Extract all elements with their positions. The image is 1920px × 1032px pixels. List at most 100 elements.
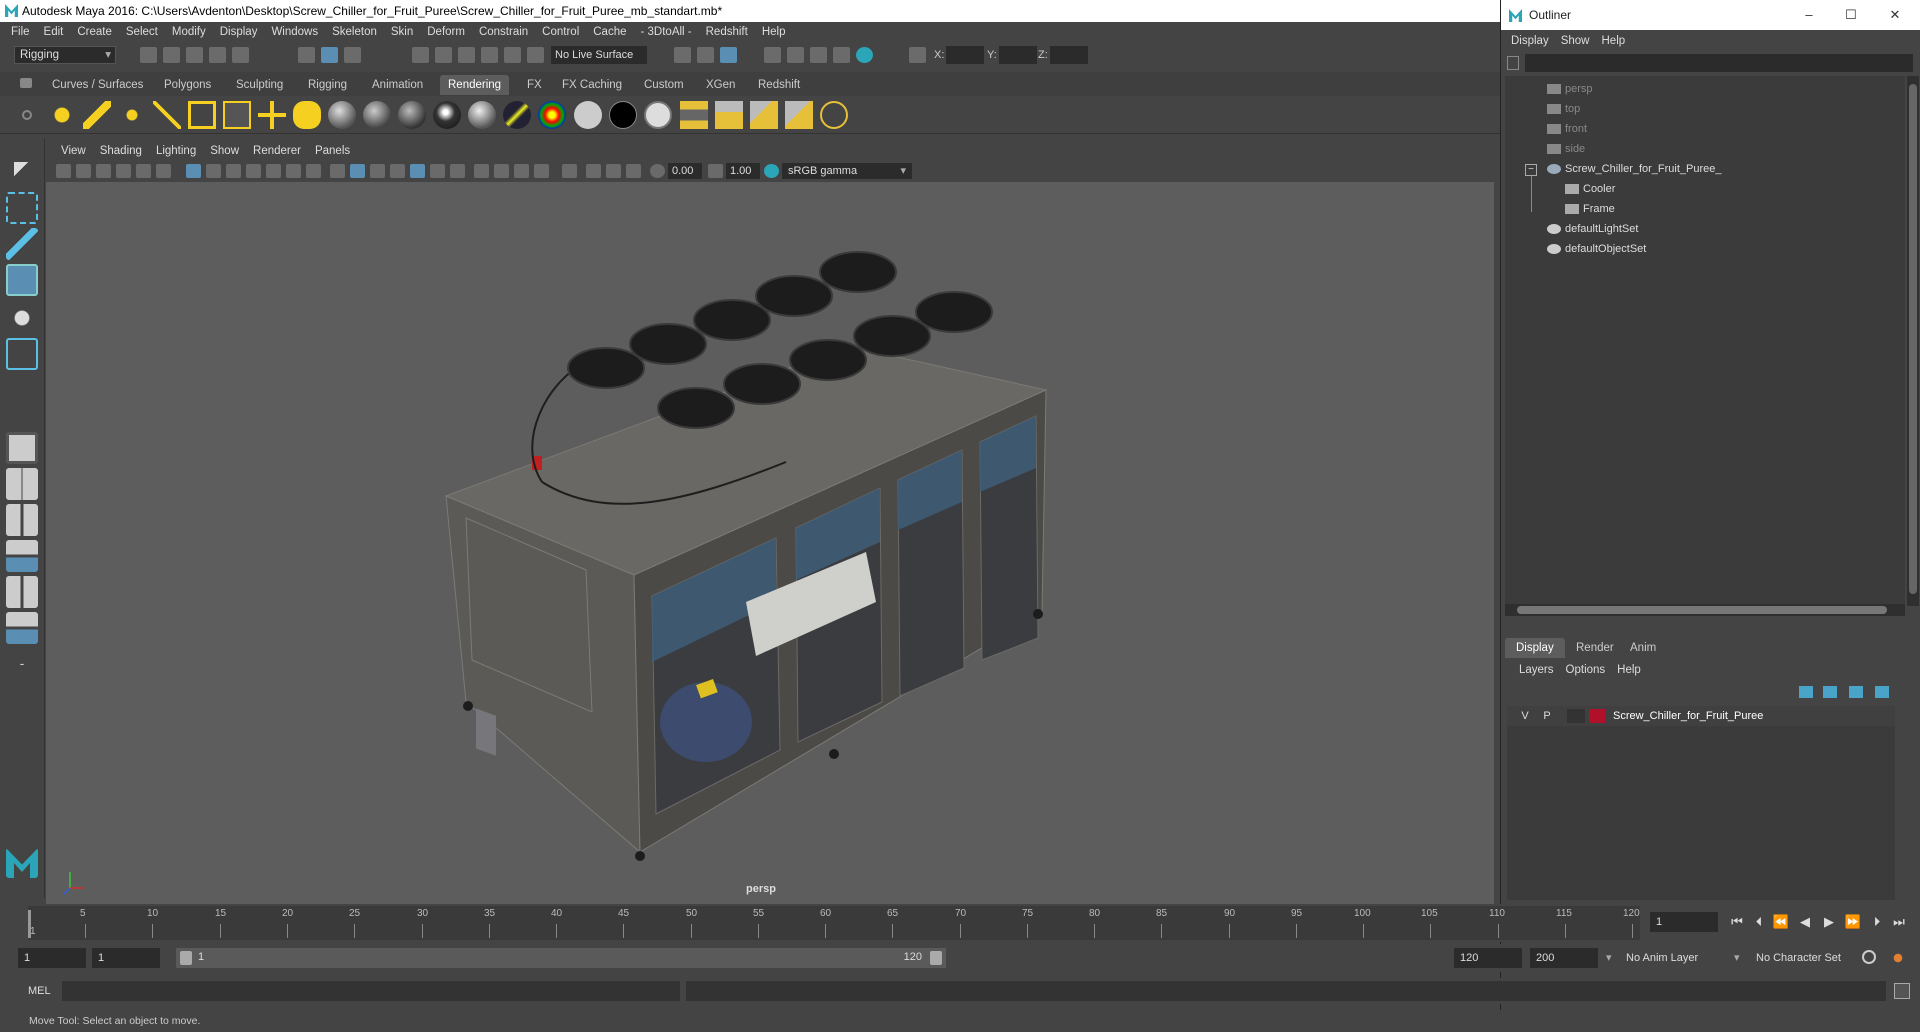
z-field[interactable] [1050,46,1088,64]
persp-viewport[interactable]: persp [46,182,1494,904]
tab-rigging[interactable]: Rigging [300,75,355,95]
gamma-icon[interactable] [708,164,723,178]
outliner-vertical-scrollbar[interactable] [1907,76,1919,606]
transform-mode-icon[interactable] [909,47,926,63]
tab-animation[interactable]: Animation [364,75,431,95]
character-set-dropdown[interactable]: No Character Set [1756,948,1841,968]
move-layer-up-icon[interactable] [1799,686,1813,698]
make-live-icon[interactable] [527,47,544,63]
safe-title-icon[interactable] [306,164,321,178]
panel-menu-lighting[interactable]: Lighting [149,145,203,157]
tree-item-default-light-set[interactable]: defaultLightSet [1547,220,1638,238]
scrollbar-thumb[interactable] [1517,606,1887,614]
layered-shader-icon[interactable] [503,101,531,129]
new-layer-icon[interactable] [1849,686,1863,698]
save-scene-icon[interactable] [186,47,203,63]
point-light-icon[interactable] [118,101,146,129]
two-pane-layout-icon[interactable] [6,504,38,536]
script-editor-icon[interactable] [1894,983,1910,999]
spot-light-icon[interactable] [153,101,181,129]
tab-curves-surfaces[interactable]: Curves / Surfaces [44,75,151,95]
toolbox-collapse-icon[interactable]: - [6,652,38,674]
default-material-icon[interactable] [370,164,385,178]
ambient-light-icon[interactable] [48,101,76,129]
tab-display[interactable]: Display [1505,638,1565,658]
menu-deform[interactable]: Deform [420,26,472,38]
command-input[interactable] [62,981,680,1001]
menu-cache[interactable]: Cache [586,26,633,38]
directional-light-icon[interactable] [83,101,111,129]
preferences-icon[interactable] [1890,950,1906,966]
tab-xgen[interactable]: XGen [698,75,743,95]
phong-icon[interactable] [398,101,426,129]
menu-create[interactable]: Create [70,26,119,38]
menu-display[interactable]: Display [213,26,265,38]
surface-shader-icon[interactable] [574,101,602,129]
tree-item-default-object-set[interactable]: defaultObjectSet [1547,240,1646,258]
outliner-search-input[interactable] [1525,54,1913,72]
film-gate-icon[interactable] [206,164,221,178]
gate-mask-icon[interactable] [246,164,261,178]
step-forward-key-icon[interactable]: ⏩ [1844,914,1862,930]
scrollbar-thumb[interactable] [1909,84,1917,594]
layer-display-type[interactable] [1567,709,1585,723]
menu-help[interactable]: Help [755,26,793,38]
outliner-menu-display[interactable]: Display [1505,35,1555,47]
menu-windows[interactable]: Windows [264,26,325,38]
bookmark-icon[interactable] [96,164,111,178]
go-to-start-icon[interactable]: ⏮ [1728,914,1746,930]
x-field[interactable] [946,46,984,64]
exposure-field[interactable]: 0.00 [668,163,702,179]
chevron-down-icon[interactable]: ▾ [1606,948,1612,968]
tree-item-front[interactable]: front [1547,120,1587,138]
current-time-indicator[interactable] [28,910,31,938]
anisotropic-icon[interactable] [468,101,496,129]
xray-joints-icon[interactable] [626,164,641,178]
render-view-icon[interactable] [764,47,781,63]
four-pane-layout-icon[interactable] [6,468,38,500]
volume-light-icon[interactable] [223,101,251,129]
isolate-select-icon[interactable] [562,164,577,178]
render-settings-shelf-icon[interactable] [785,101,813,129]
render-view-shelf-icon[interactable] [680,101,708,129]
shelf-options-icon[interactable] [22,110,32,120]
hypershade-icon[interactable] [856,47,873,63]
lasso-tool-icon[interactable] [6,192,38,224]
camera-attributes-icon[interactable] [76,164,91,178]
live-surface-field[interactable]: No Live Surface [551,46,647,64]
phong-e-icon[interactable] [433,101,461,129]
xray-active-icon[interactable] [606,164,621,178]
panel-menu-view[interactable]: View [54,145,93,157]
layer-menu-options[interactable]: Options [1560,664,1612,676]
tab-polygons[interactable]: Polygons [156,75,219,95]
gamma-field[interactable]: 1.00 [726,163,760,179]
scale-tool-icon[interactable] [6,338,38,370]
xray-icon[interactable] [586,164,601,178]
color-space-dropdown[interactable]: sRGB gamma ▾ [782,163,912,179]
lambert-icon[interactable] [328,101,356,129]
tree-item-persp[interactable]: persp [1547,80,1593,98]
chevron-down-icon[interactable]: ▾ [1734,948,1740,968]
layer-visibility-toggle[interactable]: V [1517,708,1533,724]
tab-render[interactable]: Render [1565,638,1625,658]
collapse-toggle-icon[interactable]: − [1525,164,1537,176]
play-forwards-icon[interactable]: ▶ [1820,914,1838,930]
minimize-icon[interactable]: – [1789,0,1829,30]
menu-edit[interactable]: Edit [37,26,71,38]
layer-menu-layers[interactable]: Layers [1513,664,1560,676]
tab-rendering[interactable]: Rendering [440,75,510,95]
ipr-render-icon[interactable] [810,47,827,63]
output-ops-icon[interactable] [697,47,714,63]
wireframe-icon[interactable] [330,164,345,178]
camera-aim-icon[interactable] [293,101,321,129]
tree-item-side[interactable]: side [1547,140,1585,158]
command-language-label[interactable]: MEL [28,982,51,1000]
play-backwards-icon[interactable]: ◀ [1796,914,1814,930]
render-current-icon[interactable] [787,47,804,63]
shadows-icon[interactable] [450,164,465,178]
field-chart-icon[interactable] [266,164,281,178]
select-object-icon[interactable] [321,47,338,63]
step-forward-frame-icon[interactable]: ⏵ [1868,914,1886,930]
tab-anim[interactable]: Anim [1619,638,1667,658]
snap-grid-icon[interactable] [412,47,429,63]
